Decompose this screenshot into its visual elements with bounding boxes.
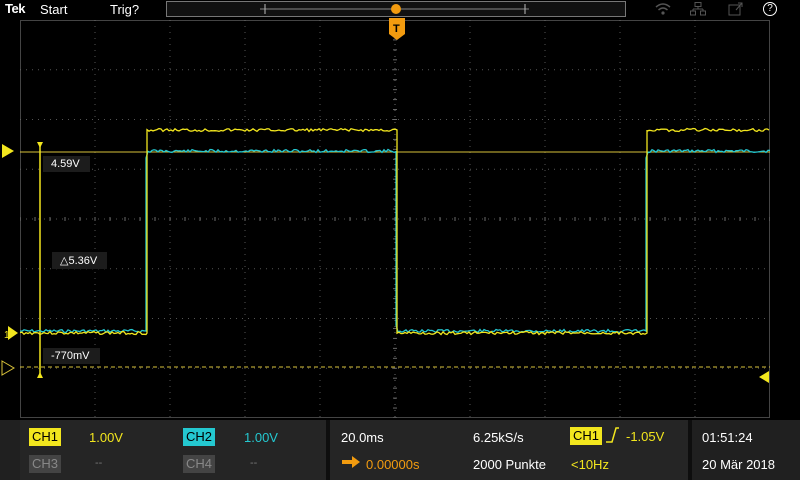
- ch3-badge[interactable]: CH3: [29, 455, 62, 473]
- horizontal-position[interactable]: 0.00000s: [366, 457, 420, 472]
- wifi-icon[interactable]: [655, 2, 671, 16]
- horizontal-position-arrow-icon: [342, 456, 360, 468]
- cursor-upper-marker[interactable]: [2, 144, 14, 158]
- timebase-readout[interactable]: 20.0ms: [341, 430, 384, 445]
- ch1-badge[interactable]: CH1: [29, 428, 62, 446]
- status-bar: Tek Start Trig? ?: [0, 0, 800, 20]
- cursor-lower-marker[interactable]: [1, 360, 15, 376]
- cursor-delta-readout: △5.36V: [52, 252, 108, 269]
- record-length: 2000 Punkte: [473, 457, 547, 472]
- ch1-scale[interactable]: 1.00V: [89, 430, 123, 445]
- waveform-display[interactable]: [20, 20, 770, 418]
- export-icon[interactable]: [728, 2, 744, 16]
- trigger-source-badge[interactable]: CH1: [570, 427, 603, 445]
- trigger-level[interactable]: -1.05V: [626, 429, 664, 444]
- clock-date: 20 Mär 2018: [702, 457, 775, 472]
- brand-logo: Tek: [5, 1, 25, 16]
- ch2-scale[interactable]: 1.00V: [244, 430, 278, 445]
- record-view-bar[interactable]: [166, 1, 626, 17]
- trigger-status: Trig?: [110, 2, 140, 17]
- ch4-scale: --: [250, 457, 258, 469]
- left-markers: 1: [1, 144, 18, 376]
- trigger-marker-label: T: [393, 23, 400, 35]
- settings-bar: CH1 1.00V CH2 1.00V CH3 -- CH4 -- 20.0ms…: [0, 420, 800, 480]
- clock-time: 01:51:24: [702, 430, 753, 445]
- cursor-upper-readout: 4.59V: [43, 156, 90, 172]
- cursor-lower-readout: -770mV: [43, 348, 100, 364]
- cursor-bottom-arrow: [37, 372, 43, 378]
- ch2-badge[interactable]: CH2: [183, 428, 216, 446]
- rising-edge-icon: [606, 427, 619, 443]
- cursor-top-arrow: [37, 142, 43, 148]
- trigger-frequency: <10Hz: [571, 457, 609, 472]
- graticule-grid: [20, 20, 770, 418]
- trigger-level-marker[interactable]: [758, 370, 770, 384]
- record-view-indicator: [260, 4, 529, 14]
- run-state-button[interactable]: Start: [40, 2, 67, 17]
- channel-panel: [20, 420, 326, 480]
- ch4-badge[interactable]: CH4: [183, 455, 216, 473]
- ch1-ground-label: 1: [4, 330, 10, 341]
- ch3-scale: --: [95, 457, 103, 469]
- help-icon[interactable]: ?: [763, 2, 777, 16]
- sample-rate: 6.25kS/s: [473, 430, 524, 445]
- status-icons: [650, 2, 800, 18]
- network-icon[interactable]: [690, 2, 706, 16]
- trigger-position-marker[interactable]: T: [388, 18, 406, 42]
